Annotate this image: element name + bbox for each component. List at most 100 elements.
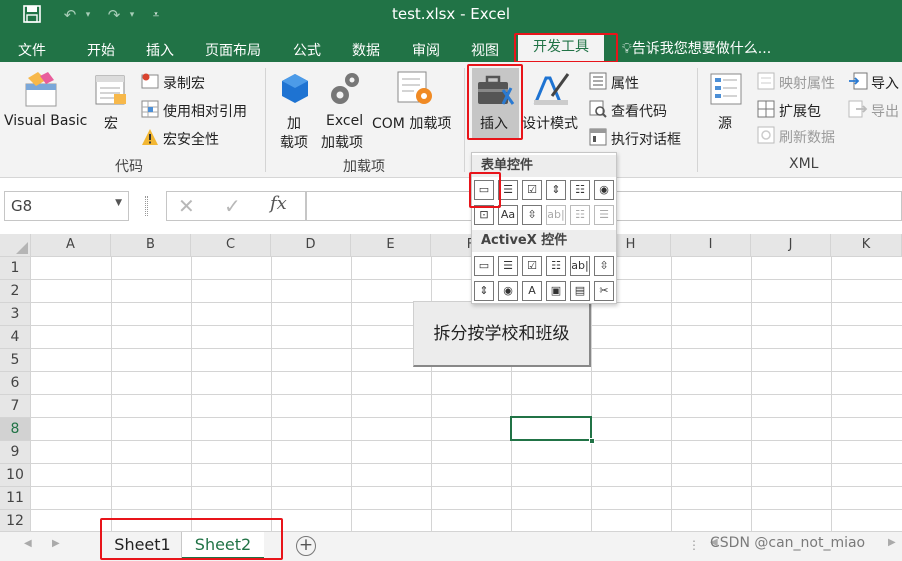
row-header-4[interactable]: 4 <box>0 326 31 349</box>
split-by-school-class-button[interactable]: 拆分按学校和班级 <box>413 301 591 367</box>
option-button-control-icon[interactable]: ◉ <box>594 180 614 200</box>
relative-reference-icon[interactable] <box>141 100 159 122</box>
column-header-j[interactable]: J <box>751 234 831 257</box>
scrollbar-split-handle[interactable]: ⋮ <box>688 538 700 552</box>
activex-image-icon[interactable]: ▣ <box>546 281 566 301</box>
check-box-control-icon[interactable]: ☑ <box>522 180 542 200</box>
name-box[interactable]: G8 ▼ <box>4 191 129 221</box>
activex-label-icon[interactable]: A <box>522 281 542 301</box>
column-header-c[interactable]: C <box>191 234 271 257</box>
insert-function-icon[interactable]: fx <box>270 193 287 214</box>
xml-source-icon[interactable] <box>709 72 745 112</box>
addins-icon[interactable] <box>279 72 311 110</box>
hscroll-right-icon[interactable]: ▶ <box>888 537 896 548</box>
warning-icon[interactable] <box>141 128 159 150</box>
add-sheet-icon[interactable]: + <box>296 536 316 556</box>
row-header-6[interactable]: 6 <box>0 372 31 395</box>
combo-drop-down-edit-icon[interactable]: ☰ <box>594 205 614 225</box>
row-header-11[interactable]: 11 <box>0 487 31 510</box>
properties-button[interactable]: 属性 <box>611 73 639 93</box>
properties-icon[interactable] <box>589 72 607 94</box>
column-header-i[interactable]: I <box>671 234 751 257</box>
com-addins-icon[interactable] <box>396 70 436 112</box>
chevron-down-icon[interactable]: ▼ <box>115 198 122 208</box>
run-dialog-button[interactable]: 执行对话框 <box>611 129 681 149</box>
row-header-7[interactable]: 7 <box>0 395 31 418</box>
tab-formulas[interactable]: 公式 <box>293 40 321 60</box>
combo-list-edit-icon[interactable]: ☷ <box>570 205 590 225</box>
splitter-handle[interactable] <box>145 196 148 216</box>
row-header-12[interactable]: 12 <box>0 510 31 533</box>
row-header-10[interactable]: 10 <box>0 464 31 487</box>
xml-source-button[interactable]: 源 <box>718 113 732 133</box>
run-dialog-icon[interactable] <box>589 128 607 150</box>
view-code-button[interactable]: 查看代码 <box>611 101 667 121</box>
tab-home[interactable]: 开始 <box>87 40 115 60</box>
activex-spin-button-icon[interactable]: ⇕ <box>474 281 494 301</box>
row-header-9[interactable]: 9 <box>0 441 31 464</box>
expansion-packs-button[interactable]: 扩展包 <box>779 101 821 121</box>
excel-addins-gear-icon[interactable] <box>327 70 363 112</box>
tell-me-search[interactable]: 💡︎告诉我您想要做什么... <box>622 38 771 58</box>
macros-button[interactable]: 宏 <box>104 113 118 133</box>
import-button[interactable]: 导入 <box>871 73 899 93</box>
text-field-control-icon[interactable]: ab| <box>546 205 566 225</box>
excel-addins-button-line2[interactable]: 加载项 <box>321 132 363 152</box>
row-header-3[interactable]: 3 <box>0 303 31 326</box>
macros-icon[interactable] <box>94 74 128 110</box>
refresh-data-button[interactable]: 刷新数据 <box>779 127 835 147</box>
tab-page-layout[interactable]: 页面布局 <box>205 40 261 60</box>
list-box-control-icon[interactable]: ☷ <box>570 180 590 200</box>
row-header-5[interactable]: 5 <box>0 349 31 372</box>
design-mode-button[interactable]: 设计模式 <box>522 113 578 133</box>
tab-view[interactable]: 视图 <box>471 40 499 60</box>
label-control-icon[interactable]: Aa <box>498 205 518 225</box>
tab-data[interactable]: 数据 <box>352 40 380 60</box>
column-header-d[interactable]: D <box>271 234 351 257</box>
spin-button-control-icon[interactable]: ⇕ <box>546 180 566 200</box>
activex-combo-box-icon[interactable]: ☰ <box>498 256 518 276</box>
group-box-control-icon[interactable]: ⊡ <box>474 205 494 225</box>
activex-option-button-icon[interactable]: ◉ <box>498 281 518 301</box>
scroll-right-icon[interactable]: ▶ <box>52 538 60 549</box>
more-controls-icon[interactable]: ✂ <box>594 281 614 301</box>
tab-review[interactable]: 审阅 <box>412 40 440 60</box>
column-header-e[interactable]: E <box>351 234 431 257</box>
visual-basic-button[interactable]: Visual Basic <box>4 113 87 129</box>
record-macro-icon[interactable] <box>141 72 159 94</box>
com-addins-button[interactable]: COM 加载项 <box>372 113 451 133</box>
relative-reference-button[interactable]: 使用相对引用 <box>163 101 247 121</box>
scroll-left-icon[interactable]: ◀ <box>24 538 32 549</box>
row-header-1[interactable]: 1 <box>0 257 31 280</box>
macro-security-button[interactable]: 宏安全性 <box>163 129 219 149</box>
activex-check-box-icon[interactable]: ☑ <box>522 256 542 276</box>
activex-toggle-button-icon[interactable]: ▤ <box>570 281 590 301</box>
fill-handle[interactable] <box>589 438 595 444</box>
import-icon[interactable] <box>848 72 868 94</box>
cancel-icon[interactable]: ✕ <box>178 194 195 218</box>
export-button[interactable]: 导出 <box>871 101 899 121</box>
activex-scroll-bar-icon[interactable]: ⇳ <box>594 256 614 276</box>
column-header-a[interactable]: A <box>31 234 111 257</box>
scroll-bar-control-icon[interactable]: ⇳ <box>522 205 542 225</box>
activex-text-box-icon[interactable]: ab| <box>570 256 590 276</box>
selected-cell-g8[interactable] <box>510 416 592 441</box>
tab-file[interactable]: 文件 <box>18 40 46 60</box>
view-code-icon[interactable] <box>589 100 607 122</box>
excel-addins-button-line1[interactable]: Excel <box>326 113 363 129</box>
expansion-packs-icon[interactable] <box>757 100 775 122</box>
tab-insert[interactable]: 插入 <box>146 40 174 60</box>
record-macro-button[interactable]: 录制宏 <box>163 73 205 93</box>
addins-button-line2[interactable]: 载项 <box>280 132 308 152</box>
row-header-2[interactable]: 2 <box>0 280 31 303</box>
column-header-b[interactable]: B <box>111 234 191 257</box>
design-mode-icon[interactable] <box>532 70 572 112</box>
column-header-k[interactable]: K <box>831 234 902 257</box>
map-properties-button[interactable]: 映射属性 <box>779 73 835 93</box>
visual-basic-icon[interactable] <box>22 72 62 112</box>
activex-command-button-icon[interactable]: ▭ <box>474 256 494 276</box>
combo-box-control-icon[interactable]: ☰ <box>498 180 518 200</box>
activex-list-box-icon[interactable]: ☷ <box>546 256 566 276</box>
enter-check-icon[interactable]: ✓ <box>224 194 241 218</box>
addins-button-line1[interactable]: 加 <box>287 113 301 133</box>
